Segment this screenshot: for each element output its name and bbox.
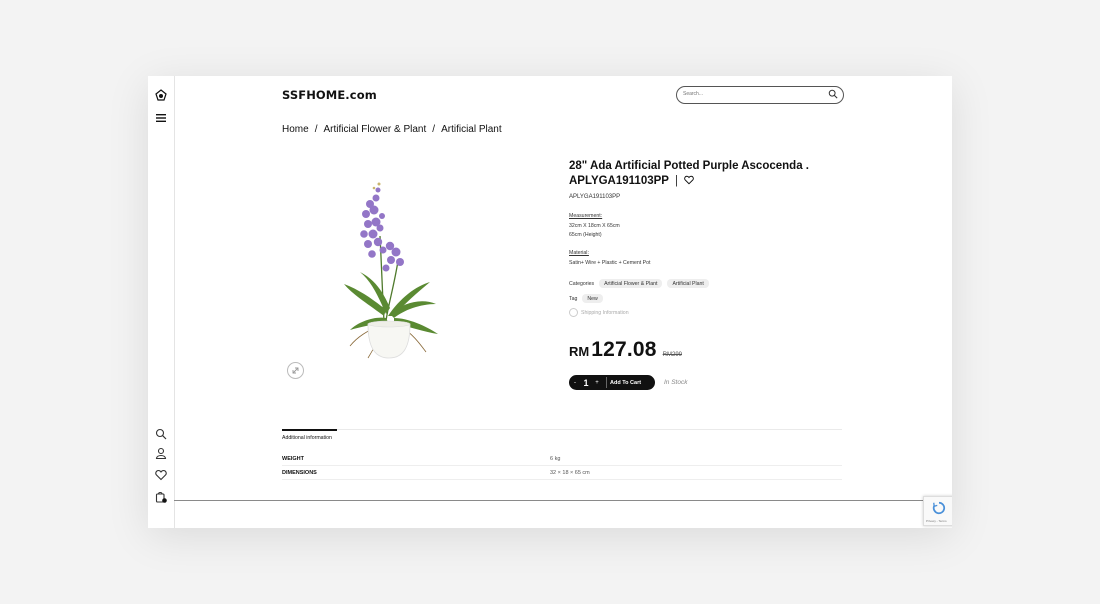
product-sku: APLYGA191103PP (569, 194, 621, 200)
orchid-flowers (360, 187, 404, 272)
search-box[interactable] (676, 86, 844, 104)
breadcrumb-separator: / (432, 124, 436, 135)
zoom-button[interactable] (287, 362, 304, 379)
footer-divider (174, 500, 952, 501)
price-currency: RM (569, 344, 590, 359)
site-logo[interactable]: SSFHOME.com (282, 88, 377, 102)
product-image[interactable] (338, 176, 458, 361)
tab-divider (282, 429, 842, 430)
cement-pot (367, 323, 411, 359)
quantity-increase-button[interactable]: + (591, 380, 603, 386)
spec-value: 6 kg (550, 456, 561, 462)
expand-icon (292, 367, 299, 374)
left-icon-rail (148, 76, 175, 528)
cart-icon[interactable] (154, 490, 168, 504)
wishlist-heart-icon[interactable] (684, 175, 694, 185)
tab-label: Additional information (282, 434, 332, 441)
recaptcha-text: Privacy - Terms (926, 519, 947, 523)
search-icon[interactable] (828, 89, 838, 99)
spec-row: DIMENSIONS 32 × 18 × 65 cm (282, 470, 842, 476)
add-to-cart-bar: - 1 + Add To Cart (569, 375, 655, 390)
category-pill[interactable]: Artificial Flower & Plant (599, 279, 663, 288)
breadcrumb-category[interactable]: Artificial Flower & Plant (323, 124, 426, 135)
product-title-line2: APLYGA191103PP (569, 175, 669, 187)
measurement-value-1: 32cm X 18cm X 65cm (569, 222, 620, 229)
spec-key: WEIGHT (282, 456, 304, 462)
price-amount: 127.08 (591, 338, 657, 361)
divider (606, 377, 607, 388)
measurement-label: Measurement: (569, 213, 603, 219)
quantity-decrease-button[interactable]: - (569, 380, 581, 386)
measurement-value-2: 65cm (Height) (569, 232, 602, 238)
categories-label: Categories (569, 280, 595, 287)
product-title-line1: 28" Ada Artificial Potted Purple Ascocen… (569, 160, 809, 172)
material-value: Satin+ Wire + Plastic + Cement Pot (569, 259, 651, 266)
category-pill[interactable]: Artificial Plant (667, 279, 709, 288)
tag-label: Tag (569, 295, 578, 302)
recaptcha-badge[interactable]: Privacy - Terms (923, 496, 952, 526)
title-separator: | (674, 175, 678, 187)
measurement-block: Measurement: 32cm X 18cm X 65cm 65cm (He… (569, 212, 620, 241)
brand-logo-icon[interactable] (154, 88, 168, 102)
tags-row: Tag New (569, 294, 603, 303)
row-divider (282, 479, 842, 480)
tab-additional-information[interactable]: Additional information (282, 429, 337, 441)
breadcrumb-home[interactable]: Home (282, 124, 309, 135)
quantity-value[interactable]: 1 (581, 378, 591, 388)
material-label: Material: (569, 250, 589, 256)
breadcrumb-separator: / (314, 124, 318, 135)
stock-status: In Stock (664, 379, 688, 386)
heart-icon[interactable] (154, 468, 168, 482)
user-icon[interactable] (154, 446, 168, 460)
spec-row: WEIGHT 6 kg (282, 456, 842, 462)
shipping-info-link[interactable]: Shipping Information (569, 308, 629, 317)
breadcrumb-subcategory[interactable]: Artificial Plant (441, 124, 502, 135)
search-icon[interactable] (154, 427, 168, 441)
recaptcha-icon (932, 501, 946, 515)
browser-window: SSFHOME.com Home / Artificial Flower & P… (148, 76, 952, 528)
product-title: 28" Ada Artificial Potted Purple Ascocen… (569, 159, 809, 189)
breadcrumb: Home / Artificial Flower & Plant / Artif… (282, 124, 502, 135)
search-input[interactable] (683, 91, 813, 97)
info-icon (569, 308, 578, 317)
price-block: RM 127.08 RM299 (569, 338, 682, 362)
old-price: RM299 (662, 352, 682, 358)
add-to-cart-button[interactable]: Add To Cart (610, 380, 641, 386)
material-block: Material: Satin+ Wire + Plastic + Cement… (569, 249, 650, 268)
spec-value: 32 × 18 × 65 cm (550, 470, 590, 476)
menu-icon[interactable] (154, 111, 168, 125)
tag-pill[interactable]: New (582, 294, 603, 303)
row-divider (282, 465, 842, 466)
active-tab-indicator (282, 429, 337, 431)
categories-row: Categories Artificial Flower & Plant Art… (569, 279, 709, 288)
shipping-info-label: Shipping Information (581, 309, 629, 316)
spec-key: DIMENSIONS (282, 470, 317, 476)
